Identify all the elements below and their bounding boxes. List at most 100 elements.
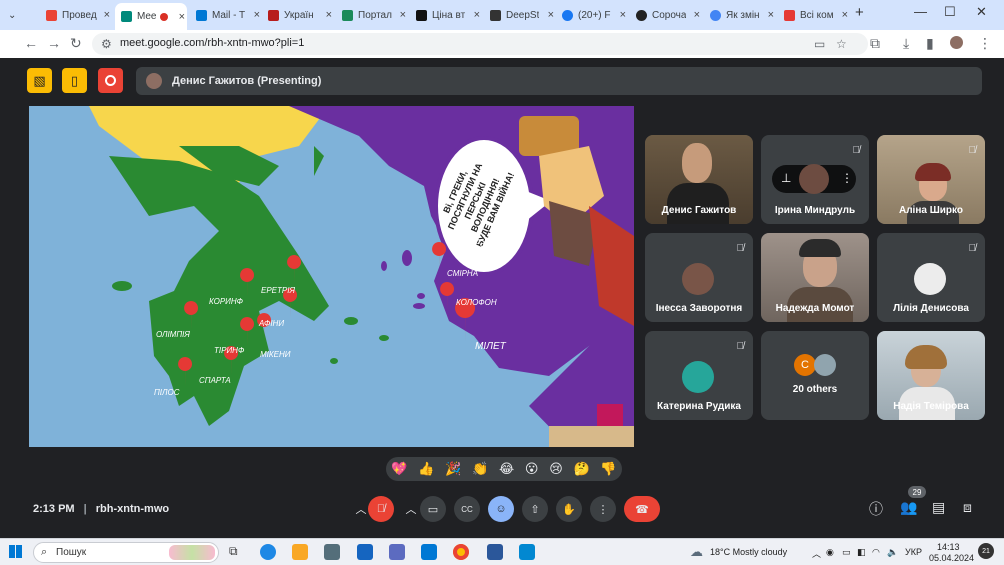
close-icon[interactable]: × [842, 9, 848, 21]
participant-tile[interactable]: Надежда Момот [761, 233, 869, 322]
participant-tile[interactable]: Денис Гажитов [645, 135, 753, 224]
battery-icon[interactable]: ▭ [842, 547, 851, 558]
camera-icon[interactable]: ▭ [814, 37, 825, 51]
pin-icon[interactable]: ⊥ [781, 171, 791, 185]
close-icon[interactable]: × [620, 9, 626, 21]
mail-icon[interactable] [357, 544, 373, 560]
store-icon[interactable] [324, 544, 340, 560]
outlook-icon[interactable] [421, 544, 437, 560]
close-icon[interactable]: × [474, 9, 480, 21]
tab-8[interactable]: (20+) F × [562, 4, 628, 26]
clock-date[interactable]: 05.04.2024 [929, 553, 974, 563]
close-icon[interactable]: × [400, 9, 406, 21]
tab-9[interactable]: Сороча × [636, 4, 702, 26]
others-tile[interactable]: C 20 others [761, 331, 869, 420]
edge-icon[interactable] [260, 544, 276, 560]
tab-11[interactable]: Всі ком × [784, 4, 850, 26]
extensions-icon[interactable]: ⧉ [870, 35, 880, 52]
host-controls-button[interactable]: ▧ [27, 68, 52, 93]
recording-button[interactable] [98, 68, 123, 93]
profile-avatar[interactable] [950, 36, 963, 49]
close-icon[interactable]: × [104, 9, 110, 21]
new-tab-button[interactable]: + [855, 4, 864, 21]
file-explorer-icon[interactable] [292, 544, 308, 560]
close-icon[interactable]: × [254, 9, 260, 21]
volume-icon[interactable]: 🔈 [887, 547, 898, 558]
reload-icon[interactable]: ↻ [70, 35, 82, 52]
app-icon[interactable] [519, 544, 535, 560]
tab-7[interactable]: DeepSt × [490, 4, 556, 26]
participant-tile[interactable]: 🎙̸ Аліна Ширко [877, 135, 985, 224]
tab-6[interactable]: Ціна вт × [416, 4, 482, 26]
taskbar-search[interactable]: ⌕ Пошук [33, 542, 219, 563]
address-bar[interactable]: ⚙ meet.google.com/rbh-xntn-mwo?pli=1 ▭ ☆ [92, 33, 868, 55]
bookmark-star-icon[interactable]: ☆ [836, 37, 847, 51]
participant-tile[interactable]: 🎙̸ Інесса Заворотня [645, 233, 753, 322]
tab-2[interactable]: Mee × [115, 3, 187, 30]
close-icon[interactable]: × [694, 9, 700, 21]
close-icon[interactable]: × [768, 9, 774, 21]
reaction-party[interactable]: 🎉 [445, 461, 461, 477]
download-icon[interactable]: ⤓ [903, 35, 909, 52]
wifi-icon[interactable]: ◠ [872, 547, 880, 558]
leave-call-button[interactable]: ☎ [624, 496, 660, 522]
activities-icon[interactable]: ⧈ [963, 499, 972, 516]
video-options-button[interactable]: ︿ [402, 496, 420, 522]
forward-icon[interactable]: → [47, 35, 61, 51]
word-icon[interactable] [487, 544, 503, 560]
close-icon[interactable]: × [326, 9, 332, 21]
maximize-button[interactable]: ☐ [944, 4, 956, 20]
weather-text[interactable]: 18°C Mostly cloudy [710, 547, 787, 557]
chat-icon[interactable]: ▤ [932, 499, 945, 516]
tab-1[interactable]: Провед × [46, 4, 112, 26]
menu-kebab-icon[interactable]: ⋮ [978, 35, 992, 52]
participant-tile[interactable]: 🎙̸ Лілія Денисова [877, 233, 985, 322]
emoji-button[interactable]: ☺ [488, 496, 514, 522]
microphone-button[interactable]: 🎙̸ [368, 496, 394, 522]
tray-chevron-icon[interactable]: ︿ [812, 547, 821, 560]
present-button[interactable]: ⇧ [522, 496, 548, 522]
reaction-thumbs-up[interactable]: 👍 [418, 461, 434, 477]
meeting-details-icon[interactable]: ⓘ [869, 499, 883, 519]
tab-4[interactable]: Україн × [268, 4, 334, 26]
participant-tile[interactable]: Надія Темірова [877, 331, 985, 420]
reaction-thumbs-down[interactable]: 👎 [600, 461, 616, 477]
notification-icon[interactable]: 21 [978, 543, 994, 559]
task-view-icon[interactable]: ⧉ [229, 544, 245, 560]
tray-app-icon[interactable]: ◉ [826, 547, 834, 558]
close-icon[interactable]: × [548, 9, 554, 21]
camera-button[interactable]: ▭ [420, 496, 446, 522]
minimize-button[interactable]: — [914, 4, 927, 19]
raise-hand-button[interactable]: ✋ [556, 496, 582, 522]
clock-time[interactable]: 14:13 [937, 542, 960, 552]
more-options-button[interactable]: ⋮ [590, 496, 616, 522]
tab-search-button[interactable]: ⌄ [8, 4, 28, 26]
participant-tile[interactable]: 🎙̸ ⊥ ⋮ Ірина Миндруль [761, 135, 869, 224]
windows-start-icon[interactable] [9, 545, 22, 558]
language-indicator[interactable]: УКР [905, 547, 922, 557]
back-icon[interactable]: ← [24, 35, 38, 51]
breakout-button[interactable]: ▯ [62, 68, 87, 93]
side-panel-icon[interactable]: ▮ [926, 35, 934, 52]
camera-tray-icon[interactable]: ◧ [857, 547, 866, 558]
tab-10[interactable]: Як змін × [710, 4, 776, 26]
weather-icon[interactable]: ☁ [690, 544, 703, 560]
reaction-thinking[interactable]: 🤔 [573, 461, 589, 477]
teams-icon[interactable] [389, 544, 405, 560]
tab-3[interactable]: Mail - T × [196, 4, 262, 26]
close-icon[interactable]: × [179, 11, 185, 23]
reaction-laugh[interactable]: 😂 [499, 461, 514, 477]
reaction-sad[interactable]: 😢 [549, 461, 563, 477]
reaction-clap[interactable]: 👏 [472, 461, 488, 477]
chrome-icon[interactable] [453, 544, 469, 560]
site-info-icon[interactable]: ⚙ [101, 37, 112, 51]
reaction-sparkling-heart[interactable]: 💖 [391, 461, 407, 477]
close-window-button[interactable]: ✕ [976, 4, 987, 20]
participant-tile[interactable]: 🎙̸ Катерина Рудика [645, 331, 753, 420]
captions-button[interactable]: CC [454, 496, 480, 522]
tab-5[interactable]: Портал × [342, 4, 408, 26]
more-options-icon[interactable]: ⋮ [841, 171, 853, 185]
others-avatar: C [794, 354, 816, 376]
people-icon[interactable]: 👥 [900, 499, 917, 516]
reaction-surprised[interactable]: 😮 [525, 461, 539, 477]
